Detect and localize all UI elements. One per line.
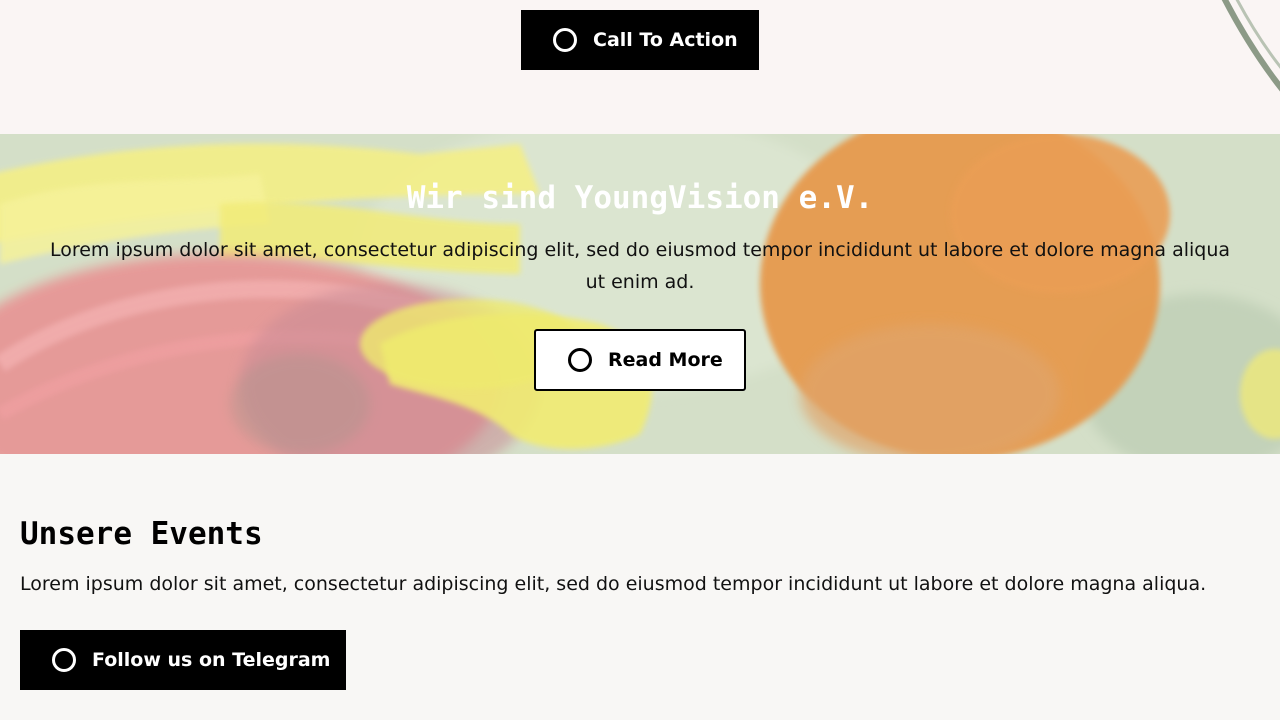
circle-outline-icon (52, 648, 76, 672)
top-section: Call To Action (0, 0, 1280, 134)
hero-banner: Wir sind YoungVision e.V. Lorem ipsum do… (0, 134, 1280, 454)
call-to-action-button[interactable]: Call To Action (521, 10, 759, 70)
hero-title: Wir sind YoungVision e.V. (406, 180, 874, 216)
events-title: Unsere Events (20, 516, 263, 552)
read-more-button[interactable]: Read More (534, 329, 746, 391)
events-section: Unsere Events Lorem ipsum dolor sit amet… (0, 454, 1280, 720)
hero-description: Lorem ipsum dolor sit amet, consectetur … (49, 239, 1231, 293)
circle-outline-icon (553, 28, 577, 52)
read-more-label: Read More (608, 349, 723, 371)
call-to-action-label: Call To Action (593, 29, 738, 51)
follow-telegram-button[interactable]: Follow us on Telegram (20, 630, 346, 690)
events-description: Lorem ipsum dolor sit amet, consectetur … (20, 573, 1207, 595)
circle-outline-icon (568, 348, 592, 372)
plant-stem-decoration (1221, 0, 1280, 92)
follow-telegram-label: Follow us on Telegram (92, 649, 331, 671)
